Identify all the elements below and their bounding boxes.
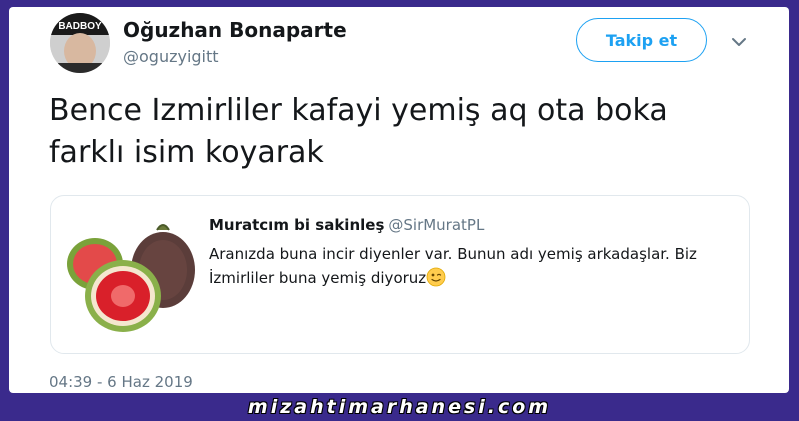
winking-face-emoji-icon [426,267,446,287]
user-avatar[interactable]: BADBOY [50,13,110,73]
tweet-card: BADBOY Oğuzhan Bonaparte @oguzyigitt Tak… [9,7,789,393]
quoted-author-handle[interactable]: @SirMuratPL [388,216,484,234]
quoted-tweet-body: Aranızda buna incir diyenler var. Bunun … [209,245,697,287]
author-name[interactable]: Oğuzhan Bonaparte [123,18,347,42]
quoted-author-name[interactable]: Muratcım bi sakinleş [209,216,384,234]
author-handle[interactable]: @oguzyigitt [123,47,219,66]
fig-fruit-image [65,212,195,336]
follow-button[interactable]: Takip et [576,18,707,62]
chevron-down-icon[interactable] [729,32,749,52]
watermark: mizahtimarhanesi.com [247,396,552,418]
tweet-text: Bence Izmirliler kafayi yemiş aq ota bok… [49,93,668,170]
svg-text:BADBOY: BADBOY [58,21,102,32]
quoted-author[interactable]: Muratcım bi sakinleş @SirMuratPL [209,216,484,234]
tweet-timestamp[interactable]: 04:39 - 6 Haz 2019 [49,373,193,391]
quoted-tweet[interactable]: Muratcım bi sakinleş @SirMuratPL Aranızda… [50,195,750,354]
quoted-tweet-text: Aranızda buna incir diyenler var. Bunun … [209,242,729,290]
avatar-image-icon: BADBOY [50,13,110,73]
